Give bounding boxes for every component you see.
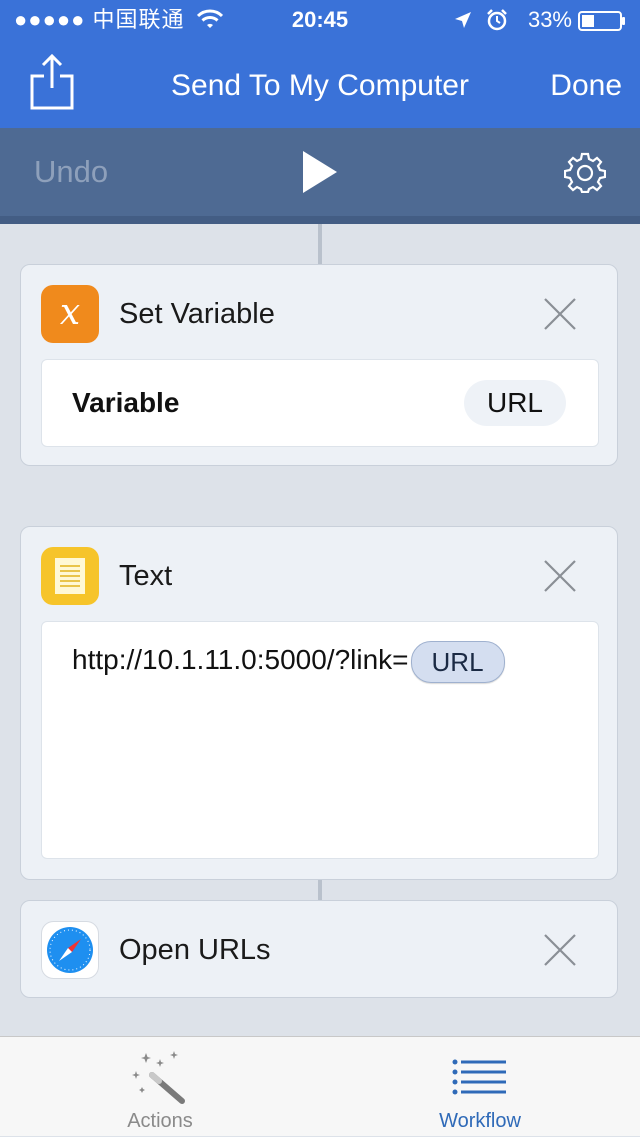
settings-gear-icon[interactable] (564, 151, 606, 193)
action-card-open-urls[interactable]: Open URLs (20, 900, 618, 998)
close-icon[interactable] (543, 559, 577, 593)
safari-icon (41, 921, 99, 979)
notes-icon (41, 547, 99, 605)
play-icon[interactable] (302, 150, 338, 194)
toolbar-shadow (0, 216, 640, 224)
variable-icon: x (41, 285, 99, 343)
flow-connector (318, 224, 322, 264)
url-variable-token[interactable]: URL (410, 640, 505, 683)
undo-button[interactable]: Undo (34, 152, 108, 192)
action-title: Text (119, 560, 173, 592)
action-title: Set Variable (119, 298, 275, 330)
text-input-area[interactable]: http://10.1.11.0:5000/?link= URL (41, 621, 599, 859)
magic-wand-icon (132, 1051, 185, 1104)
text-field-value: http://10.1.11.0:5000/?link= (72, 644, 409, 675)
list-icon (452, 1059, 506, 1095)
close-icon[interactable] (543, 933, 577, 967)
variable-name-token[interactable]: URL (464, 380, 566, 426)
alarm-icon (487, 9, 507, 31)
tab-workflow[interactable]: Workflow (320, 1037, 640, 1137)
action-card-set-variable[interactable]: x Set Variable Variable URL (20, 264, 618, 466)
tab-actions[interactable]: Actions (0, 1037, 320, 1137)
battery-icon (578, 11, 625, 31)
variable-icon-glyph: x (59, 292, 81, 333)
tab-label: Actions (127, 1110, 193, 1132)
tab-label: Workflow (439, 1110, 521, 1132)
notes-page-icon (55, 558, 85, 594)
tab-bar: Actions Workflow (0, 1036, 640, 1136)
done-button[interactable]: Done (550, 66, 622, 106)
action-title: Open URLs (119, 934, 271, 966)
battery-percent: 33% (527, 7, 572, 32)
variable-field-row: Variable URL (41, 359, 599, 447)
variable-field-label: Variable (72, 387, 180, 418)
location-arrow-icon (455, 12, 471, 28)
workflow-title: Send To My Computer (171, 69, 469, 102)
flow-connector (318, 879, 322, 900)
close-icon[interactable] (543, 297, 577, 331)
action-card-text[interactable]: Text http://10.1.11.0:5000/?link= URL (20, 526, 618, 880)
text-field-content[interactable]: http://10.1.11.0:5000/?link= URL (72, 640, 505, 683)
